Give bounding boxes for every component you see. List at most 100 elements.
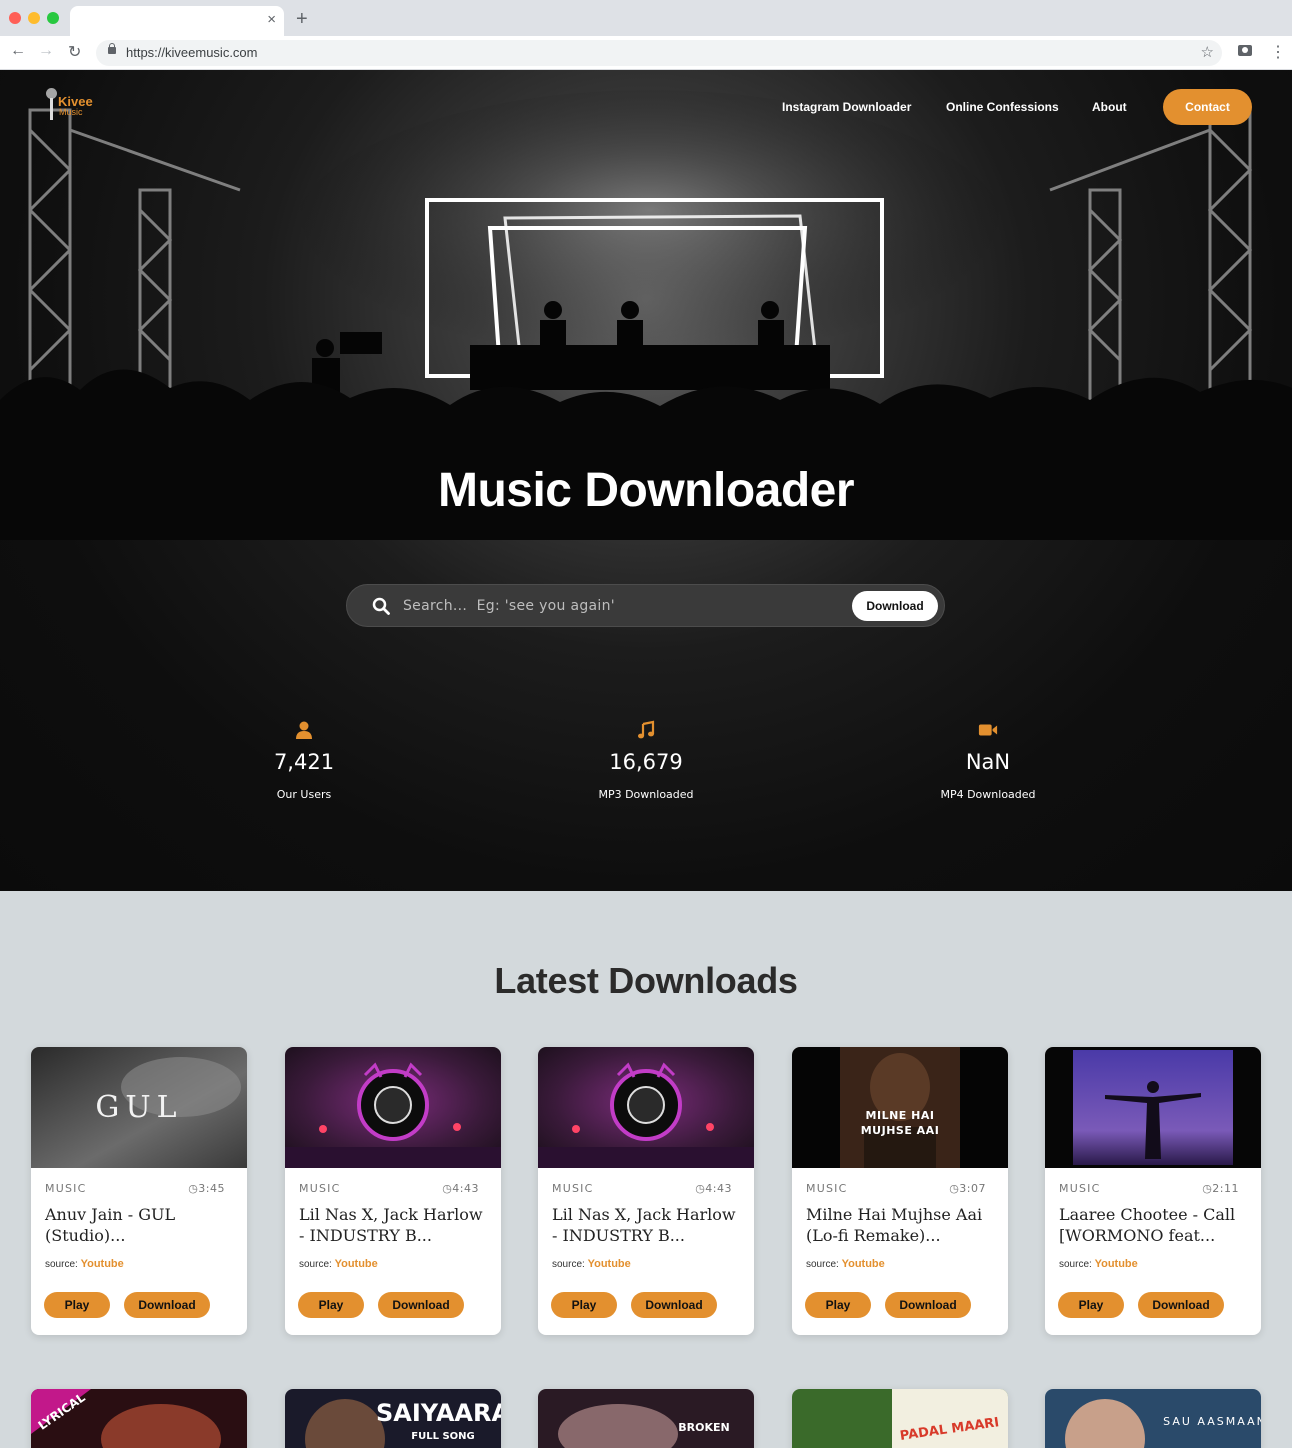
card-category: MUSIC [45,1182,87,1195]
card-meta: MUSIC ◷3:45 [45,1182,233,1196]
clock-icon: ◷ [442,1182,453,1195]
hero-section: Kivee Music Instagram Downloader Online … [0,70,1292,891]
clock-icon: ◷ [695,1182,706,1195]
download-card: MUSIC ◷2:11 Laaree Chootee - Call [WORMO… [1045,1047,1261,1335]
card-source: source: Youtube [552,1258,631,1270]
download-button[interactable]: Download [1138,1292,1224,1318]
play-button[interactable]: Play [1058,1292,1124,1318]
back-icon[interactable]: ← [10,42,26,60]
user-icon [296,721,312,739]
card-title[interactable]: Lil Nas X, Jack Harlow - INDUSTRY B... [299,1204,493,1246]
stat-value: NaN [965,750,1011,774]
download-card-thumbnail-partial[interactable]: LYRICAL [31,1389,247,1448]
minimize-window-button[interactable] [28,12,40,24]
forward-icon[interactable]: → [38,42,54,60]
card-thumbnail[interactable] [538,1047,754,1168]
clock-icon: ◷ [1202,1182,1213,1195]
thumbnail-text: SAU AASMAAN [1163,1415,1261,1428]
nav-link-about[interactable]: About [1092,100,1127,114]
download-card-thumbnail-partial[interactable]: SAU AASMAAN [1045,1389,1261,1448]
card-thumbnail[interactable]: MILNE HAI MUJHSE AAI [792,1047,1008,1168]
card-thumbnail: BROKEN [538,1389,754,1448]
clock-icon: ◷ [949,1182,960,1195]
section-title: Latest Downloads [494,960,798,1001]
download-button[interactable]: Download [631,1292,717,1318]
page-title: Music Downloader [437,464,855,517]
duration-value: 4:43 [705,1182,732,1195]
search-download-button[interactable]: Download [852,591,938,621]
stat-mp3: 16,679 MP3 Downloaded [546,720,746,801]
close-window-button[interactable] [9,12,21,24]
source-label: source: [806,1259,839,1270]
browser-tab[interactable]: × [70,6,284,36]
card-thumbnail: LYRICAL [31,1389,247,1448]
browser-tab-strip: × + [0,0,1292,36]
thumbnail-text: MILNE HAI [866,1109,935,1122]
browser-toolbar: ← → ↻ https://kiveemusic.com ☆ ⋮ [0,36,1292,70]
bookmark-star-icon[interactable]: ☆ [1201,43,1214,61]
duration-value: 2:11 [1212,1182,1239,1195]
tab-close-icon[interactable]: × [267,11,276,28]
card-thumbnail[interactable] [1045,1047,1261,1168]
search-bar: Download [346,584,945,627]
play-button[interactable]: Play [44,1292,110,1318]
duration-value: 4:43 [452,1182,479,1195]
source-link[interactable]: Youtube [842,1258,885,1270]
card-title[interactable]: Milne Hai Mujhse Aai (Lo-fi Remake)... [806,1204,1000,1246]
stat-label: Our Users [276,788,332,801]
card-thumbnail[interactable]: GUL [31,1047,247,1168]
stat-value: 16,679 [609,750,683,774]
card-category: MUSIC [552,1182,594,1195]
stat-label: MP4 Downloaded [940,788,1036,801]
download-card-thumbnail-partial[interactable]: SAIYAARA FULL SONG [285,1389,501,1448]
play-button[interactable]: Play [551,1292,617,1318]
new-tab-button[interactable]: + [296,8,308,31]
source-label: source: [45,1259,78,1270]
maximize-window-button[interactable] [47,12,59,24]
play-button[interactable]: Play [298,1292,364,1318]
card-title[interactable]: Laaree Chootee - Call [WORMONO feat... [1059,1204,1253,1246]
download-button[interactable]: Download [124,1292,210,1318]
card-title[interactable]: Anuv Jain - GUL (Studio)... [45,1204,239,1246]
card-source: source: Youtube [1059,1258,1138,1270]
source-link[interactable]: Youtube [588,1258,631,1270]
nav-link-online-confessions[interactable]: Online Confessions [946,100,1059,114]
card-source: source: Youtube [299,1258,378,1270]
stat-label: MP3 Downloaded [598,788,694,801]
site-logo[interactable]: Kivee Music [44,88,108,124]
card-thumbnail[interactable] [285,1047,501,1168]
thumbnail-text: MUJHSE AAI [861,1124,940,1137]
download-card-thumbnail-partial[interactable]: BROKEN [538,1389,754,1448]
nav-link-instagram-downloader[interactable]: Instagram Downloader [782,100,911,114]
card-duration: ◷4:43 [442,1182,479,1195]
card-thumbnail: SAIYAARA FULL SONG [285,1389,501,1448]
play-button[interactable]: Play [805,1292,871,1318]
source-label: source: [1059,1259,1092,1270]
card-meta: MUSIC ◷2:11 [1059,1182,1247,1196]
card-category: MUSIC [299,1182,341,1195]
stat-users: 7,421 Our Users [204,720,404,801]
download-card: MUSIC ◷4:43 Lil Nas X, Jack Harlow - IND… [285,1047,501,1335]
search-input[interactable] [403,593,833,619]
reload-icon[interactable]: ↻ [68,42,81,62]
card-title[interactable]: Lil Nas X, Jack Harlow - INDUSTRY B... [552,1204,746,1246]
card-duration: ◷3:45 [188,1182,225,1195]
source-link[interactable]: Youtube [81,1258,124,1270]
duration-value: 3:07 [959,1182,986,1195]
download-card: GUL MUSIC ◷3:45 Anuv Jain - GUL (Studio)… [31,1047,247,1335]
lock-icon [108,43,116,54]
download-button[interactable]: Download [378,1292,464,1318]
browser-menu-icon[interactable]: ⋮ [1270,42,1286,62]
source-link[interactable]: Youtube [1095,1258,1138,1270]
source-link[interactable]: Youtube [335,1258,378,1270]
download-card: MILNE HAI MUJHSE AAI MUSIC ◷3:07 Milne H… [792,1047,1008,1335]
card-duration: ◷4:43 [695,1182,732,1195]
contact-button[interactable]: Contact [1163,89,1252,125]
url-text[interactable]: https://kiveemusic.com [126,45,258,60]
thumbnail-text: BROKEN [678,1421,729,1434]
download-card-thumbnail-partial[interactable]: PADAL MAARI [792,1389,1008,1448]
address-bar[interactable]: https://kiveemusic.com ☆ [96,40,1222,66]
card-source: source: Youtube [806,1258,885,1270]
camera-icon[interactable] [1238,45,1252,56]
download-button[interactable]: Download [885,1292,971,1318]
